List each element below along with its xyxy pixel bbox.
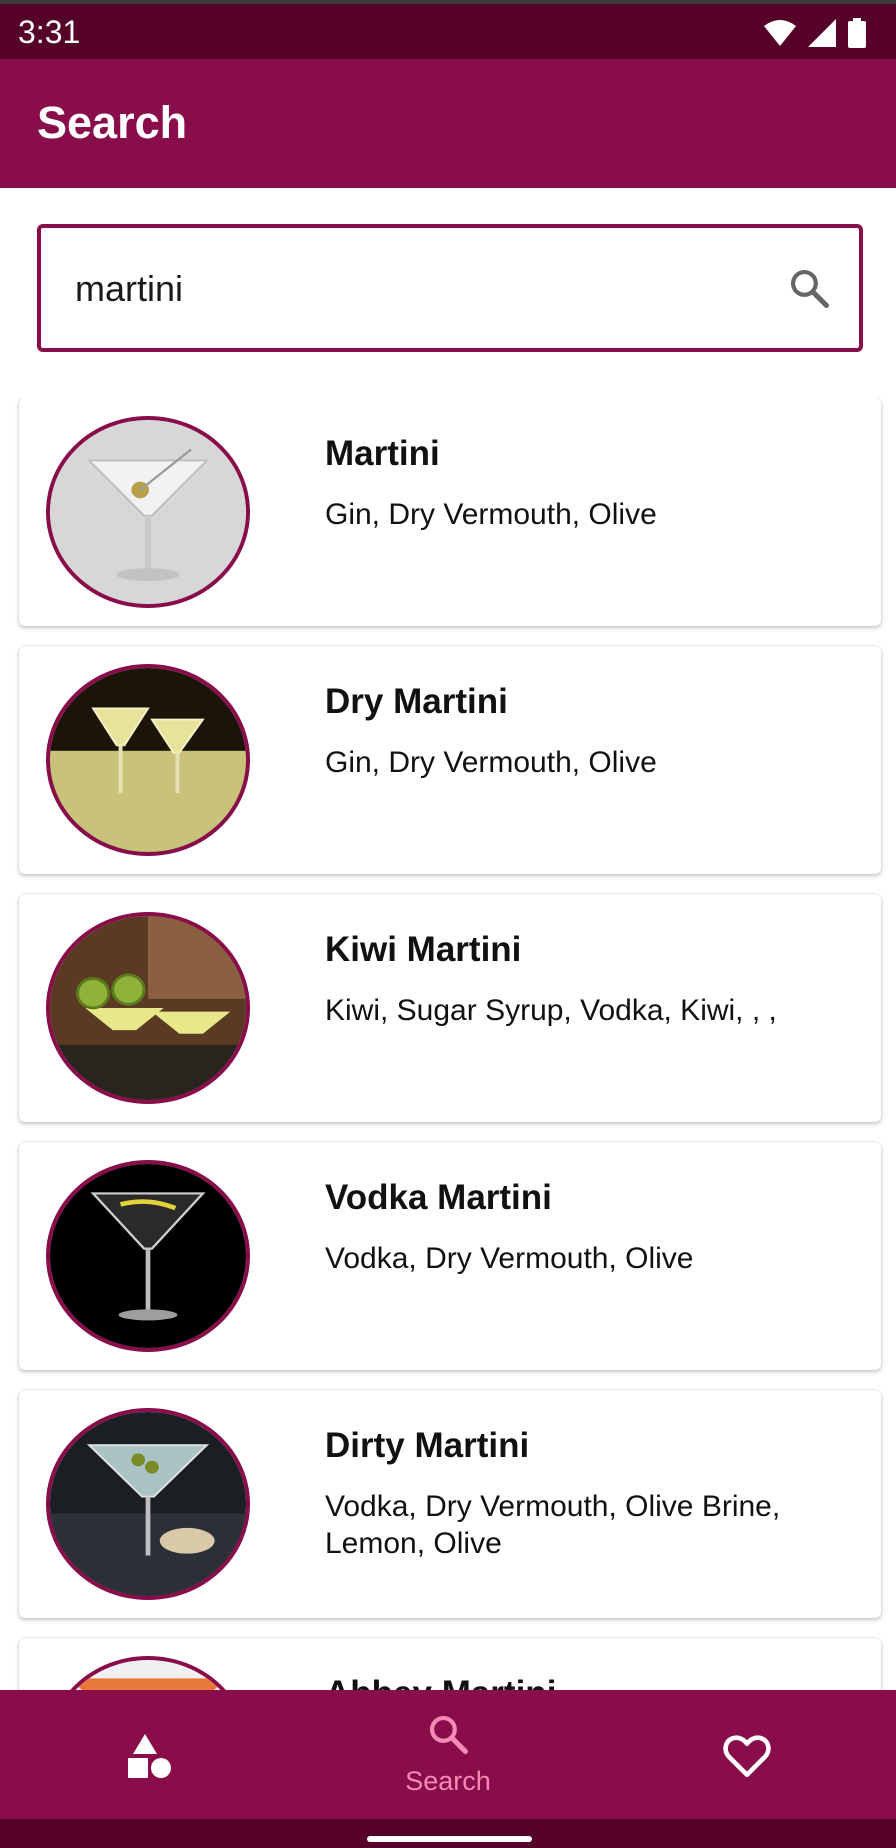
- cocktail-ingredients: Vodka, Dry Vermouth, Olive Brine, Lemon,…: [325, 1490, 781, 1560]
- search-input[interactable]: [73, 258, 757, 320]
- gesture-bar: [0, 1819, 896, 1848]
- results-list: Martini Gin, Dry Vermouth, Olive Dry Mar…: [0, 398, 896, 1690]
- status-icons: [764, 18, 866, 48]
- cocktail-name: Kiwi Martini: [325, 930, 522, 969]
- result-card-dry-martini[interactable]: Dry Martini Gin, Dry Vermouth, Olive: [19, 646, 881, 874]
- search-icon: [429, 1715, 468, 1754]
- cocktail-ingredients: Gin, Dry Vermouth, Olive: [325, 498, 657, 531]
- status-time: 3:31: [18, 14, 81, 50]
- cocktail-image: [46, 664, 250, 856]
- heart-icon: [723, 1735, 771, 1778]
- cocktail-image: [46, 416, 250, 608]
- wifi-icon: [764, 20, 796, 46]
- result-card-vodka-martini[interactable]: Vodka Martini Vodka, Dry Vermouth, Olive: [19, 1142, 881, 1370]
- home-indicator[interactable]: [367, 1836, 532, 1842]
- bottom-nav: Search: [0, 1690, 896, 1819]
- cocktail-image: [46, 1408, 250, 1600]
- search-icon[interactable]: [787, 266, 831, 310]
- cocktail-ingredients: Vodka, Dry Vermouth, Olive: [325, 1242, 694, 1275]
- cocktail-name: Dirty Martini: [325, 1426, 530, 1465]
- page-title: Search: [37, 97, 188, 148]
- cocktail-name: Abbey Martini: [325, 1674, 556, 1690]
- cocktail-name: Vodka Martini: [325, 1178, 552, 1217]
- cocktail-ingredients: Gin, Dry Vermouth, Olive: [325, 746, 657, 779]
- signal-icon: [808, 19, 836, 47]
- result-card-abbey-martini[interactable]: Abbey Martini: [19, 1638, 881, 1690]
- cocktail-image: [46, 1160, 250, 1352]
- nav-item-favorites[interactable]: [598, 1690, 896, 1819]
- cocktail-name: Martini: [325, 434, 440, 473]
- status-bar: 3:31: [0, 0, 896, 59]
- app-bar: Search: [0, 59, 896, 188]
- cocktail-ingredients: Kiwi, Sugar Syrup, Vodka, Kiwi, , ,: [325, 994, 777, 1027]
- nav-item-search[interactable]: Search: [299, 1690, 597, 1819]
- categories-icon: [128, 1734, 171, 1778]
- cocktail-name: Dry Martini: [325, 682, 508, 721]
- result-card-kiwi-martini[interactable]: Kiwi Martini Kiwi, Sugar Syrup, Vodka, K…: [19, 894, 881, 1122]
- result-card-martini[interactable]: Martini Gin, Dry Vermouth, Olive: [19, 398, 881, 626]
- search-field[interactable]: [37, 224, 863, 352]
- result-card-dirty-martini[interactable]: Dirty Martini Vodka, Dry Vermouth, Olive…: [19, 1390, 881, 1618]
- cocktail-image: [46, 1656, 250, 1690]
- battery-icon: [848, 18, 866, 48]
- cocktail-image: [46, 912, 250, 1104]
- nav-item-categories[interactable]: [0, 1690, 298, 1819]
- nav-label-search: Search: [405, 1766, 491, 1796]
